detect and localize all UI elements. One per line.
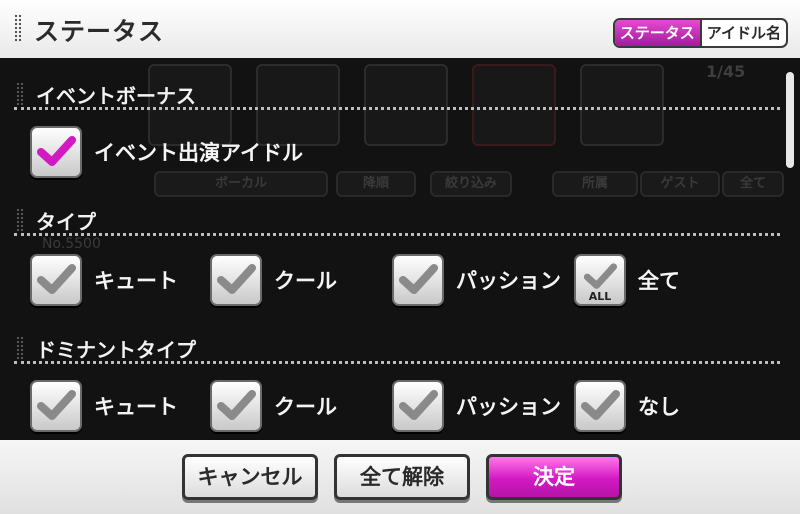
- divider: [14, 107, 780, 110]
- section-title: タイプ: [36, 210, 96, 234]
- checkbox[interactable]: [30, 254, 82, 306]
- grip-icon: [16, 336, 24, 360]
- dialog-footer: キャンセル 全て解除 決定: [0, 440, 800, 514]
- checkmark-icon: [37, 264, 76, 294]
- checkbox-type-passion[interactable]: パッション: [392, 254, 572, 312]
- checkbox-label: クール: [274, 269, 337, 293]
- dialog-title: ステータス: [34, 17, 165, 46]
- checkbox[interactable]: ALL: [574, 254, 626, 306]
- checkbox-dominant-cute[interactable]: キュート: [30, 380, 200, 438]
- checkbox-label: なし: [638, 395, 680, 419]
- section-title: イベントボーナス: [36, 84, 196, 108]
- checkbox-label: キュート: [94, 269, 178, 293]
- checkmark-icon: [37, 136, 76, 166]
- background-pill: 絞り込み: [430, 171, 512, 197]
- dialog-header: ステータス ステータス アイドル名: [0, 0, 800, 59]
- checkbox[interactable]: [574, 380, 626, 432]
- background-pill: ゲスト: [640, 171, 720, 197]
- grip-icon: [16, 208, 24, 232]
- checkbox-label: クール: [274, 395, 337, 419]
- checkmark-icon: [217, 390, 256, 420]
- checkbox-type-cute[interactable]: キュート: [30, 254, 200, 312]
- grip-icon: [14, 14, 22, 42]
- checkbox-label: パッション: [456, 395, 561, 419]
- checkbox[interactable]: [30, 380, 82, 432]
- checkbox-type-all[interactable]: ALL 全て: [574, 254, 724, 312]
- checkmark-icon: [37, 390, 76, 420]
- checkbox[interactable]: [392, 254, 444, 306]
- checkbox-dominant-none[interactable]: なし: [574, 380, 724, 438]
- grip-icon: [16, 82, 24, 106]
- checkbox-label: イベント出演アイドル: [94, 141, 303, 165]
- section-event-bonus: イベントボーナス: [0, 76, 790, 110]
- divider: [14, 361, 780, 364]
- checkbox-type-cool[interactable]: クール: [210, 254, 380, 312]
- background-id: No.5500: [42, 236, 101, 252]
- checkmark-icon: [583, 263, 617, 289]
- background-pill: 全て: [722, 171, 784, 197]
- checkmark-icon: [217, 264, 256, 294]
- section-type: タイプ: [0, 202, 790, 236]
- checkbox-dominant-passion[interactable]: パッション: [392, 380, 572, 438]
- checkbox-label: キュート: [94, 395, 178, 419]
- checkbox-dominant-cool[interactable]: クール: [210, 380, 380, 438]
- checkbox[interactable]: [210, 254, 262, 306]
- checkmark-icon: [399, 390, 438, 420]
- background-pill: 降順: [336, 171, 416, 197]
- checkbox[interactable]: [392, 380, 444, 432]
- section-dominant-type: ドミナントタイプ: [0, 330, 790, 364]
- checkbox[interactable]: [210, 380, 262, 432]
- background-pill: 所属: [552, 171, 638, 197]
- checkbox[interactable]: [30, 126, 82, 178]
- clear-all-button[interactable]: 全て解除: [334, 454, 470, 500]
- filter-panel: 1/45 ボーカル 降順 絞り込み 所属 ゲスト 全て No.5500 イベント…: [0, 58, 800, 440]
- scrollbar[interactable]: [786, 72, 794, 168]
- checkmark-icon: [399, 264, 438, 294]
- checkbox-label: 全て: [638, 269, 680, 293]
- all-badge: ALL: [588, 290, 612, 303]
- confirm-button[interactable]: 決定: [486, 454, 622, 500]
- checkbox-label: パッション: [456, 269, 561, 293]
- section-title: ドミナントタイプ: [36, 338, 196, 362]
- tab-status[interactable]: ステータス: [614, 20, 702, 46]
- divider: [14, 233, 780, 236]
- checkbox-event-idol[interactable]: イベント出演アイドル: [30, 126, 330, 184]
- cancel-button[interactable]: キャンセル: [182, 454, 318, 500]
- sort-mode-toggle: ステータス アイドル名: [612, 18, 788, 48]
- tab-idol-name[interactable]: アイドル名: [702, 20, 786, 46]
- checkmark-icon: [581, 390, 620, 420]
